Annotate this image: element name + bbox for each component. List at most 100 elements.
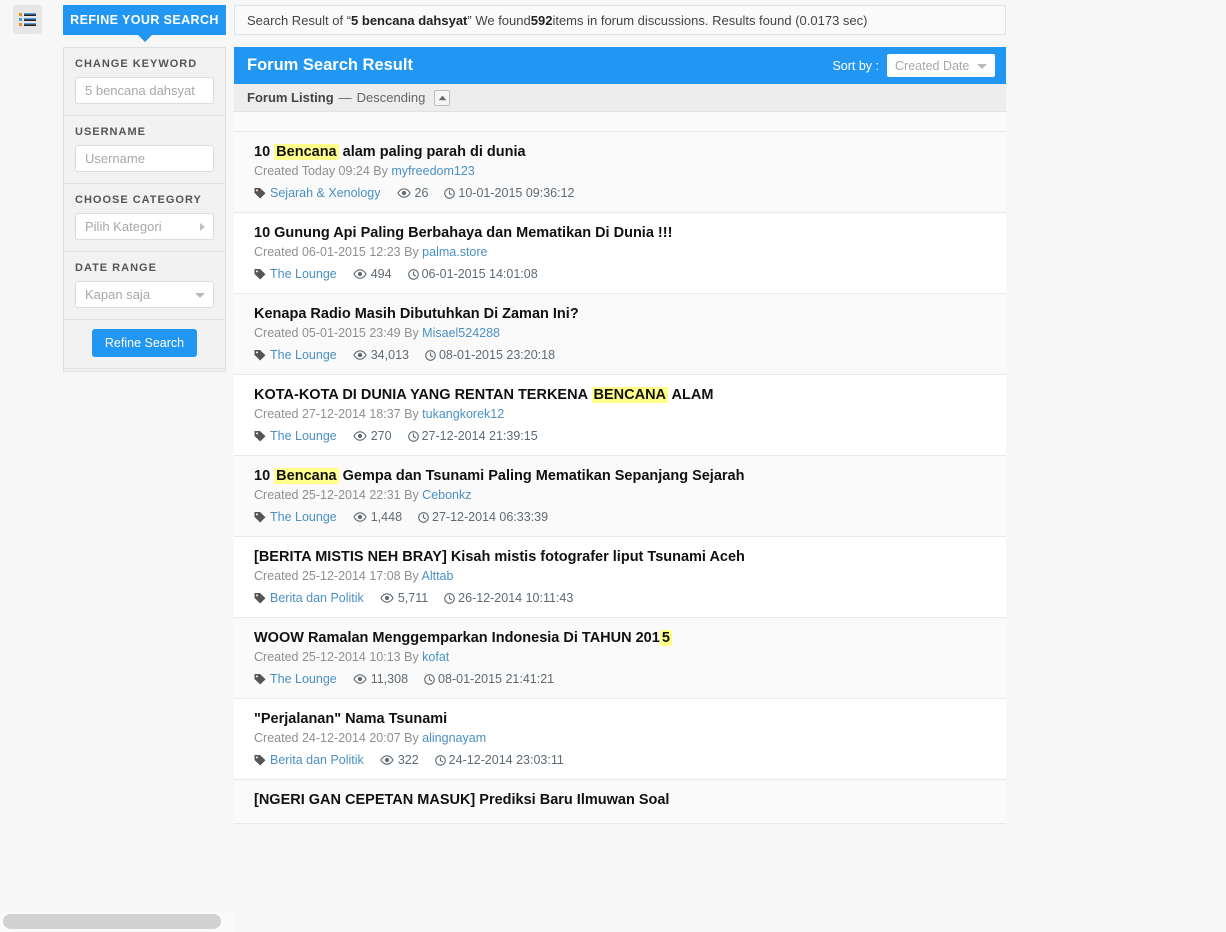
clock-icon [434, 754, 446, 766]
summary-mid: ” We found [467, 12, 531, 28]
result-views-count: 11,308 [370, 672, 409, 686]
clock-icon [418, 511, 429, 523]
result-category-link[interactable]: Berita dan Politik [270, 753, 364, 767]
panel-header: Forum Search Result Sort by : Created Da… [234, 47, 1006, 84]
result-views-count: 34,013 [370, 348, 409, 362]
result-author-link[interactable]: palma.store [422, 245, 487, 259]
search-result-row[interactable]: 10 Gunung Api Paling Berbahaya dan Memat… [234, 213, 1006, 294]
filter-label-keyword: CHANGE KEYWORD [75, 58, 198, 70]
search-result-row[interactable]: WOOW Ramalan Menggemparkan Indonesia Di … [234, 618, 1006, 699]
chevron-down-icon [195, 292, 205, 298]
result-created-line: Created 25-12-2014 22:31 By Cebonkz [254, 487, 993, 504]
result-views-count: 5,711 [397, 591, 429, 605]
result-title-text: 10 Gunung Api Paling Berbahaya dan Memat… [254, 225, 673, 241]
result-views-count: 322 [397, 753, 419, 767]
username-input[interactable] [75, 145, 214, 172]
chevron-right-icon [200, 222, 205, 231]
result-title-text: Gempa dan Tsunami Paling Mematikan Sepan… [338, 468, 745, 484]
result-category-link[interactable]: The Lounge [270, 348, 337, 362]
listing-order-label: Descending [356, 90, 426, 105]
result-title-text: alam paling parah di dunia [338, 144, 526, 160]
sort-control-group: Sort by : Created Date [832, 54, 995, 77]
result-author-link[interactable]: tukangkorek12 [422, 407, 504, 421]
result-date-text: 08-01-2015 23:20:18 [438, 348, 556, 362]
result-title[interactable]: 10 Bencana Gempa dan Tsunami Paling Mema… [254, 467, 993, 485]
search-result-row[interactable]: [NGERI GAN CEPETAN MASUK] Prediksi Baru … [234, 780, 1006, 824]
eye-icon [380, 755, 394, 765]
eye-icon [353, 674, 367, 684]
result-created-text: Created Today 09:24 By [254, 164, 392, 178]
result-title[interactable]: WOOW Ramalan Menggemparkan Indonesia Di … [254, 629, 993, 647]
result-title-text: 10 [254, 468, 275, 484]
eye-icon [380, 593, 394, 603]
result-author-link[interactable]: Misael524288 [422, 326, 500, 340]
refine-search-button[interactable]: Refine Search [91, 329, 198, 357]
result-date-text: 24-12-2014 23:03:11 [448, 753, 564, 767]
result-title-highlight: Bencana [274, 468, 339, 484]
summary-query: 5 bencana dahsyat [351, 12, 468, 28]
result-title[interactable]: 10 Gunung Api Paling Berbahaya dan Memat… [254, 224, 993, 242]
result-author-link[interactable]: alingnayam [422, 731, 486, 745]
result-author-link[interactable]: Cebonkz [422, 488, 471, 502]
result-title[interactable]: KOTA-KOTA DI DUNIA YANG RENTAN TERKENA B… [254, 386, 993, 404]
search-result-row[interactable]: Kenapa Radio Masih Dibutuhkan Di Zaman I… [234, 294, 1006, 375]
result-created-text: Created 24-12-2014 20:07 By [254, 731, 423, 745]
search-result-summary: Search Result of “5 bencana dahsyat” We … [234, 5, 1006, 35]
result-category-link[interactable]: The Lounge [270, 510, 337, 524]
search-result-row[interactable]: "Perjalanan" Nama Tsunami Created 24-12-2… [234, 699, 1006, 780]
result-category-link[interactable]: The Lounge [270, 267, 337, 281]
result-views: 34,013 [353, 348, 409, 362]
result-views: 270 [353, 429, 392, 443]
result-title[interactable]: 10 Bencana alam paling parah di dunia [254, 143, 993, 161]
result-created-line: Created 27-12-2014 18:37 By tukangkorek1… [254, 406, 993, 423]
sort-by-value: Created Date [895, 58, 970, 73]
result-views: 322 [380, 753, 419, 767]
clock-icon [444, 592, 455, 604]
sort-direction-toggle[interactable] [434, 89, 451, 106]
category-select[interactable]: Pilih Kategori [75, 213, 214, 240]
result-title[interactable]: Kenapa Radio Masih Dibutuhkan Di Zaman I… [254, 305, 993, 323]
result-title[interactable]: [BERITA MISTIS NEH BRAY] Kisah mistis fo… [254, 548, 993, 566]
result-title-text: Kenapa Radio Masih Dibutuhkan Di Zaman I… [254, 306, 579, 322]
refine-search-sidebar: CHANGE KEYWORD USERNAME CHOOSE CATEGORY Pil… [63, 47, 226, 372]
horizontal-scrollbar-thumb[interactable] [3, 914, 221, 929]
search-result-row[interactable]: [BERITA MISTIS NEH BRAY] Kisah mistis fo… [234, 537, 1006, 618]
date-range-select[interactable]: Kapan saja [75, 281, 214, 308]
result-author-link[interactable]: myfreedom123 [391, 164, 474, 178]
search-results-list: 10 Bencana alam paling parah di dunia Cre… [234, 132, 1006, 824]
sort-by-select[interactable]: Created Date [887, 54, 995, 77]
chevron-down-icon [977, 63, 987, 69]
result-title-text: "Perjalanan" Nama Tsunami [254, 711, 448, 727]
tag-icon [254, 269, 266, 280]
result-category-link[interactable]: The Lounge [270, 429, 337, 443]
result-author-link[interactable]: Alttab [421, 569, 453, 583]
result-title-text: [NGERI GAN CEPETAN MASUK] Prediksi Baru … [254, 792, 670, 808]
search-result-row[interactable]: 10 Bencana alam paling parah di dunia Cre… [234, 132, 1006, 213]
result-category-link[interactable]: Sejarah & Xenology [270, 186, 381, 200]
refine-your-search-tab[interactable]: REFINE YOUR SEARCH [63, 5, 226, 42]
search-result-row[interactable]: 10 Bencana Gempa dan Tsunami Paling Mema… [234, 456, 1006, 537]
filter-block-date-range: DATE RANGE Kapan saja [64, 252, 225, 320]
result-date-text: 26-12-2014 10:11:43 [458, 591, 574, 605]
result-category-link[interactable]: Berita dan Politik [270, 591, 364, 605]
keyword-input[interactable] [75, 77, 214, 104]
result-title[interactable]: "Perjalanan" Nama Tsunami [254, 710, 993, 728]
result-title[interactable]: [NGERI GAN CEPETAN MASUK] Prediksi Baru … [254, 791, 993, 809]
clock-icon [424, 673, 435, 685]
eye-icon [353, 269, 367, 279]
horizontal-scrollbar-track[interactable] [0, 911, 234, 932]
result-views-count: 494 [370, 267, 392, 281]
result-views: 11,308 [353, 672, 408, 686]
result-category-link[interactable]: The Lounge [270, 672, 337, 686]
search-result-row[interactable]: KOTA-KOTA DI DUNIA YANG RENTAN TERKENA B… [234, 375, 1006, 456]
chevron-up-icon [438, 95, 447, 100]
result-meta-line: The Lounge 11,308 08-01-2015 21:41:21 [254, 672, 993, 686]
summary-prefix: Search Result of “ [247, 12, 352, 28]
result-views-count: 26 [414, 186, 429, 200]
result-author-link[interactable]: kofat [422, 650, 449, 664]
clock-icon [407, 268, 419, 280]
result-title-highlight: BENCANA [591, 387, 669, 403]
clock-icon [407, 430, 419, 442]
menu-toggle-button[interactable] [13, 5, 42, 34]
category-selected-value: Pilih Kategori [85, 219, 162, 234]
